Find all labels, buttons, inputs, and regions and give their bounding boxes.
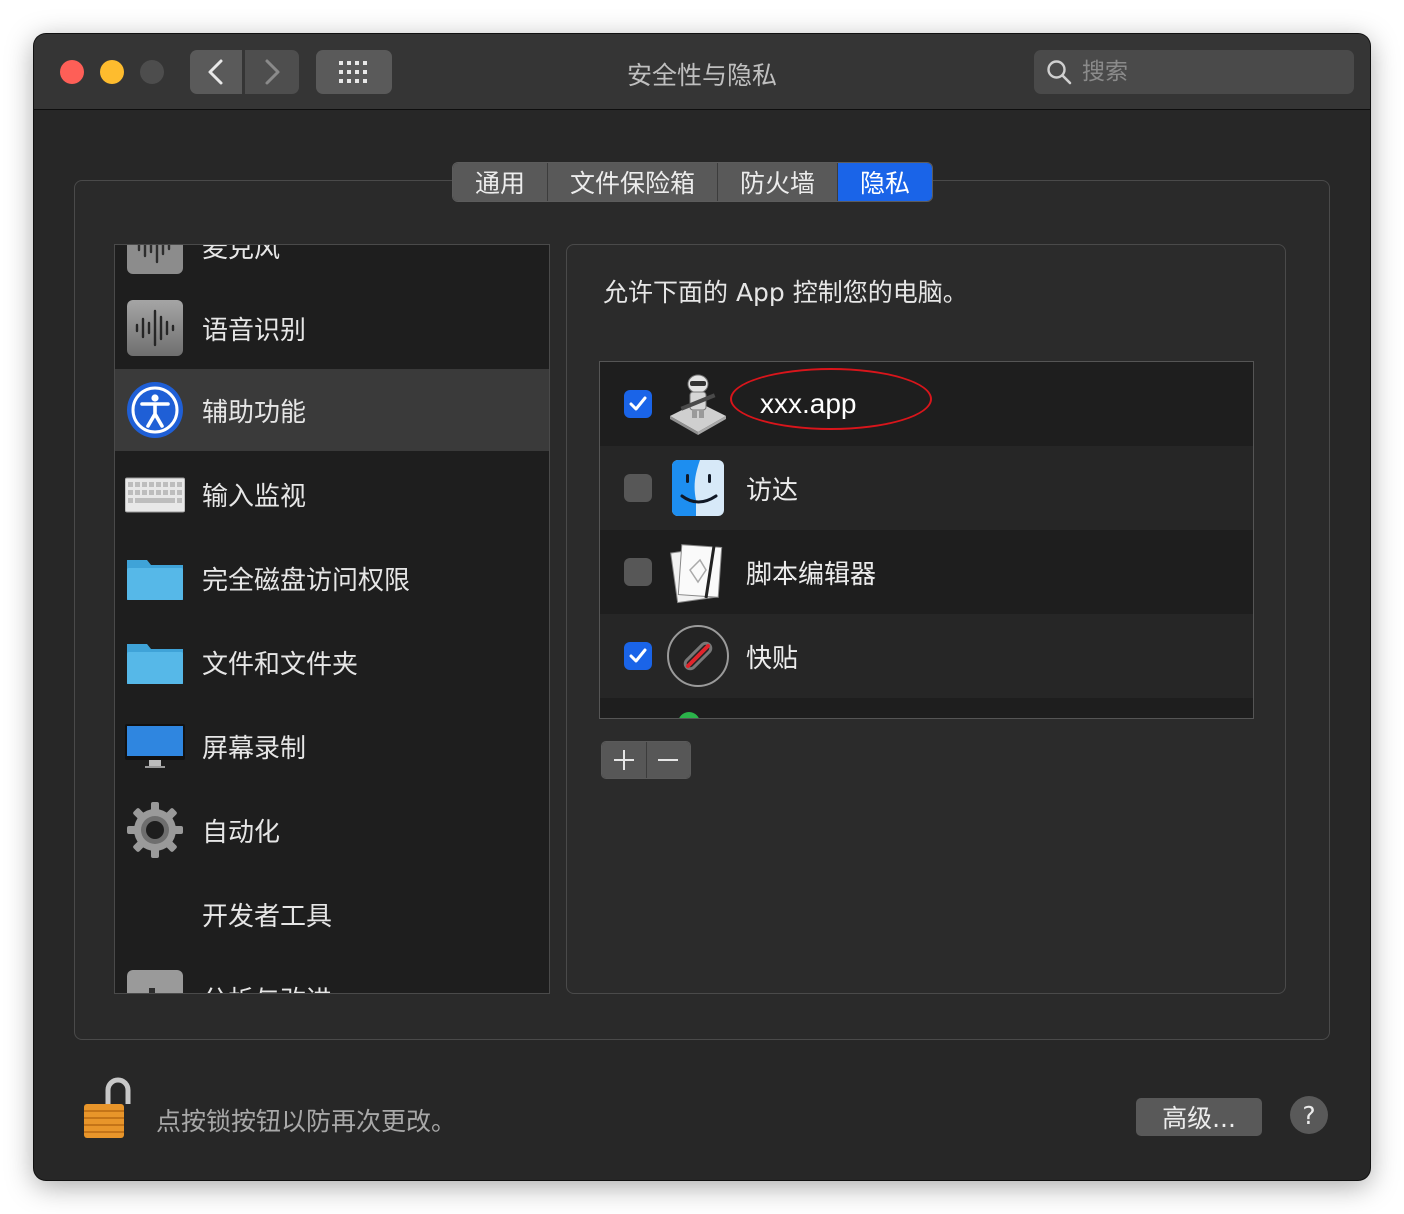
app-checkbox[interactable]	[624, 642, 652, 670]
unlocked-padlock-icon[interactable]	[82, 1074, 136, 1140]
tab-bar: 通用 文件保险箱 防火墙 隐私	[452, 162, 934, 202]
remove-app-button[interactable]	[645, 742, 690, 778]
minus-icon	[658, 759, 679, 761]
sidebar-item-microphone[interactable]: 麦克风	[115, 244, 549, 287]
script-editor-icon	[670, 544, 723, 604]
zoom-window-button[interactable]	[140, 60, 164, 84]
tab-filevault[interactable]: 文件保险箱	[548, 163, 719, 201]
close-window-button[interactable]	[60, 60, 84, 84]
accessibility-icon	[127, 382, 183, 438]
finder-icon	[672, 460, 724, 516]
search-icon	[1047, 60, 1072, 85]
app-row-script-editor[interactable]: 脚本编辑器	[600, 530, 1253, 614]
keyboard-icon	[125, 477, 185, 513]
sidebar-item-label: 开发者工具	[202, 901, 333, 932]
title-bar: 安全性与隐私	[34, 34, 1370, 110]
sidebar-item-label: 输入监视	[202, 481, 307, 512]
sidebar-item-automation[interactable]: 自动化	[115, 789, 549, 871]
folder-icon	[127, 560, 183, 600]
partial-app-icon	[678, 712, 700, 718]
add-app-button[interactable]	[602, 742, 646, 778]
sidebar-item-label: 完全磁盘访问权限	[202, 565, 411, 596]
sidebar-item-analytics[interactable]: 分析与改进	[115, 957, 549, 994]
sidebar-item-accessibility[interactable]: 辅助功能	[115, 369, 549, 451]
app-name: 快贴	[746, 643, 799, 674]
checkmark-icon	[629, 648, 647, 663]
search-field[interactable]	[1034, 50, 1354, 94]
sidebar-item-label: 屏幕录制	[202, 733, 307, 764]
sidebar-item-files-and-folders[interactable]: 文件和文件夹	[115, 621, 549, 703]
app-row-xxx[interactable]: xxx.app	[600, 362, 1253, 446]
advanced-button[interactable]: 高级...	[1136, 1098, 1262, 1136]
forward-button[interactable]	[245, 50, 299, 94]
app-name: 访达	[746, 475, 799, 506]
lock-hint-text: 点按锁按钮以防再次更改。	[156, 1107, 457, 1136]
gear-icon	[127, 802, 183, 858]
sidebar-item-label: 辅助功能	[202, 397, 307, 428]
chevron-right-icon	[265, 59, 280, 85]
app-row-clipboard-app[interactable]: 快贴	[600, 614, 1253, 698]
panel-heading: 允许下面的 App 控制您的电脑。	[603, 278, 968, 307]
show-all-button[interactable]	[316, 50, 392, 94]
privacy-category-list[interactable]: 麦克风 语音识别 辅助功能 输入监视 完全磁盘访问权限 文件和文件夹 屏幕录制 …	[114, 244, 550, 994]
checkmark-icon	[629, 396, 647, 411]
accessibility-panel: 允许下面的 App 控制您的电脑。 xxx.app 访达 脚本编辑器 快贴	[566, 244, 1286, 994]
app-checkbox[interactable]	[624, 390, 652, 418]
app-checkbox[interactable]	[624, 558, 652, 586]
app-name: xxx.app	[760, 388, 857, 419]
tab-general[interactable]: 通用	[453, 163, 549, 201]
tab-firewall[interactable]: 防火墙	[718, 163, 839, 201]
display-icon	[125, 724, 185, 768]
microphone-icon	[127, 245, 183, 274]
back-button[interactable]	[190, 50, 242, 94]
sidebar-item-label: 文件和文件夹	[202, 649, 359, 680]
app-checkbox[interactable]	[624, 474, 652, 502]
plus-icon	[613, 750, 634, 770]
sidebar-item-full-disk-access[interactable]: 完全磁盘访问权限	[115, 537, 549, 619]
search-input[interactable]	[1082, 59, 1322, 85]
speech-recognition-icon	[127, 300, 183, 356]
grid-icon	[339, 61, 367, 83]
chevron-left-icon	[208, 59, 223, 85]
app-row-finder[interactable]: 访达	[600, 446, 1253, 530]
sidebar-item-developer-tools[interactable]: 开发者工具	[115, 873, 549, 955]
automator-icon	[670, 374, 726, 435]
preferences-window: 安全性与隐私 通用 文件保险箱 防火墙 隐私 麦克风	[34, 34, 1370, 1180]
app-name: 脚本编辑器	[746, 559, 877, 590]
sidebar-item-label: 自动化	[202, 817, 281, 848]
clipboard-app-icon	[667, 625, 729, 687]
sidebar-item-input-monitoring[interactable]: 输入监视	[115, 453, 549, 535]
folder-icon	[127, 644, 183, 684]
sidebar-item-speech-recognition[interactable]: 语音识别	[115, 287, 549, 369]
analytics-icon	[127, 970, 183, 993]
sidebar-item-label: 分析与改进	[202, 980, 332, 994]
tab-privacy[interactable]: 隐私	[838, 163, 933, 201]
allowed-apps-list[interactable]: xxx.app 访达 脚本编辑器 快贴	[599, 361, 1254, 719]
sidebar-item-label: 麦克风	[202, 244, 281, 264]
minimize-window-button[interactable]	[100, 60, 124, 84]
sidebar-item-screen-recording[interactable]: 屏幕录制	[115, 705, 549, 787]
add-remove-group	[601, 741, 691, 779]
help-button[interactable]: ?	[1290, 1096, 1328, 1134]
sidebar-item-label: 语音识别	[202, 315, 307, 346]
